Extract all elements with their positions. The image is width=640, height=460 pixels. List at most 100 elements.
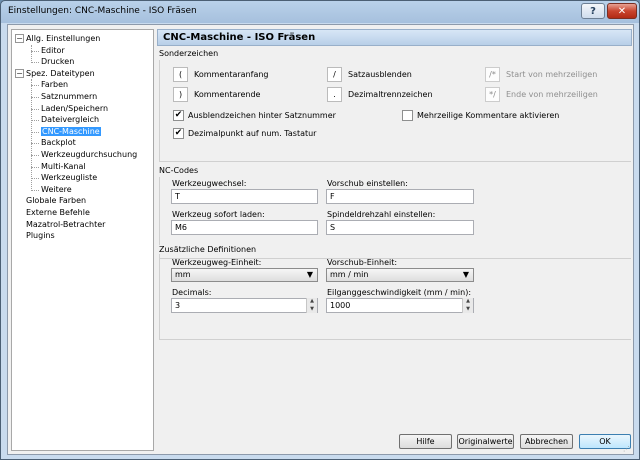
tree-item-externe-befehle[interactable]: Externe Befehle xyxy=(26,207,90,218)
ausblendzeichen-label: Ausblendzeichen hinter Satznummer xyxy=(188,111,336,120)
tree-item-werkzeugliste[interactable]: Werkzeugliste xyxy=(41,172,97,183)
spindeldrehzahl-input[interactable]: S xyxy=(326,220,474,235)
decimals-spinner[interactable]: ▲ ▼ xyxy=(306,298,317,313)
tree-connector xyxy=(31,166,39,168)
tree-item-label: Drucken xyxy=(41,57,75,67)
tree-item-plugins[interactable]: Plugins xyxy=(26,230,55,241)
tree-item-multi-kanal[interactable]: Multi-Kanal xyxy=(41,161,86,172)
tree-item-label: Plugins xyxy=(26,231,55,241)
tree-item-label: Spez. Dateitypen xyxy=(26,68,95,78)
tree-connector xyxy=(31,108,39,110)
kommentaranfang-key[interactable]: ( xyxy=(173,67,188,82)
tree-connector xyxy=(31,189,39,191)
tree-item-mazatrol-betrachter[interactable]: Mazatrol-Betrachter xyxy=(26,219,105,230)
tree-item-laden-speichern[interactable]: Laden/Speichern xyxy=(41,103,108,114)
tree-item-globale-farben[interactable]: Globale Farben xyxy=(26,195,86,206)
tree-item-allg-einstellungen[interactable]: Allg. Einstellungen xyxy=(26,33,100,44)
tree-connector xyxy=(31,178,39,180)
dialog-client-area: Allg. Einstellungen − Editor Drucken Spez. D… xyxy=(7,24,634,455)
ende-mehrzeilig-key: */ xyxy=(485,87,500,102)
chevron-down-icon: ▼ xyxy=(462,270,469,279)
definitionen-group-title: Zusätzliche Definitionen xyxy=(159,245,259,254)
kommentarende-key[interactable]: ) xyxy=(173,87,188,102)
werkzeugweg-einheit-select[interactable]: mm ▼ xyxy=(171,268,318,282)
hilfe-button[interactable]: Hilfe xyxy=(399,434,452,449)
sonderzeichen-group-title: Sonderzeichen xyxy=(159,49,221,58)
vorschub-label: Vorschub einstellen: xyxy=(327,179,408,188)
tree-connector xyxy=(31,131,39,133)
start-mehrzeilig-label: Start von mehrzeiligen xyxy=(506,70,598,79)
eilgang-label: Eilganggeschwindigkeit (mm / min): xyxy=(327,288,472,297)
close-icon: ✕ xyxy=(617,5,627,17)
resize-grip-icon[interactable]: ⋰ xyxy=(623,445,631,453)
sonderzeichen-group: ( Kommentaranfang ) Kommentarende / Satz… xyxy=(159,60,631,162)
tree-item-label: Werkzeugliste xyxy=(41,173,98,183)
spin-down-icon[interactable]: ▼ xyxy=(463,305,473,313)
tree-item-label: Farben xyxy=(41,80,69,90)
eilgang-input[interactable]: 1000 ▲ ▼ xyxy=(326,298,474,313)
satzausblenden-key[interactable]: / xyxy=(327,67,342,82)
spin-down-icon[interactable]: ▼ xyxy=(307,305,317,313)
ende-mehrzeilig-label: Ende von mehrzeiligen xyxy=(506,90,598,99)
satzausblenden-label: Satzausblenden xyxy=(348,70,412,79)
tree-item-label: Editor xyxy=(41,45,65,55)
settings-tree[interactable]: Allg. Einstellungen − Editor Drucken Spez. D… xyxy=(11,29,154,451)
tree-item-spez-dateitypen[interactable]: Spez. Dateitypen xyxy=(26,68,95,79)
settings-window: Einstellungen: CNC-Maschine - ISO Fräsen… xyxy=(0,0,640,460)
werkzeug-sofort-input[interactable]: M6 xyxy=(171,220,318,235)
spin-up-icon[interactable]: ▲ xyxy=(463,298,473,306)
tree-item-label: Allg. Einstellungen xyxy=(26,34,101,43)
tree-connector xyxy=(31,143,39,145)
werkzeugwechsel-input[interactable]: T xyxy=(171,189,318,204)
definitionen-group: Werkzeugweg-Einheit: mm ▼ Vorschub-Einhe… xyxy=(159,256,631,340)
decimals-value: 3 xyxy=(175,301,181,310)
window-title: Einstellungen: CNC-Maschine - ISO Fräsen xyxy=(8,6,197,16)
settings-panel: CNC-Maschine - ISO Fräsen Sonderzeichen … xyxy=(157,29,632,423)
tree-connector xyxy=(31,120,39,122)
help-title-button[interactable]: ? xyxy=(581,3,605,19)
decimals-input[interactable]: 3 ▲ ▼ xyxy=(171,298,318,313)
decimals-label: Decimals: xyxy=(172,288,212,297)
vorschub-einheit-label: Vorschub-Einheit: xyxy=(327,258,398,267)
abbrechen-button[interactable]: Abbrechen xyxy=(520,434,573,449)
originalwerte-button[interactable]: Originalwerte xyxy=(457,434,514,449)
spindeldrehzahl-label: Spindeldrehzahl einstellen: xyxy=(327,210,436,219)
tree-connector xyxy=(31,50,39,52)
mehrzeilige-kommentare-checkbox[interactable] xyxy=(402,110,413,121)
tree-item-label: Satznummern xyxy=(41,92,98,101)
tree-item-label: Externe Befehle xyxy=(26,208,90,217)
dezimalpunkt-label: Dezimalpunkt auf num. Tastatur xyxy=(188,129,317,138)
werkzeug-sofort-label: Werkzeug sofort laden: xyxy=(172,210,265,219)
tree-connector xyxy=(31,79,32,191)
tree-connector xyxy=(31,97,39,98)
panel-header: CNC-Maschine - ISO Fräsen xyxy=(157,29,632,46)
tree-item-backplot[interactable]: Backplot xyxy=(41,137,76,148)
tree-item-editor[interactable]: Editor xyxy=(41,45,65,56)
tree-item-werkzeugdurchsuchung[interactable]: Werkzeugdurchsuchung xyxy=(41,149,137,160)
vorschub-einheit-select[interactable]: mm / min ▼ xyxy=(326,268,474,282)
tree-item-dateivergleich[interactable]: Dateivergleich xyxy=(41,114,99,125)
dezimaltrennzeichen-label: Dezimaltrennzeichen xyxy=(348,90,433,99)
tree-connector xyxy=(31,44,32,64)
tree-item-label: Backplot xyxy=(41,138,76,148)
werkzeugwechsel-label: Werkzeugwechsel: xyxy=(172,179,247,188)
collapse-icon[interactable]: − xyxy=(15,68,24,78)
tree-item-label: CNC-Maschine xyxy=(41,126,101,136)
tree-connector xyxy=(31,85,39,87)
close-button[interactable]: ✕ xyxy=(607,3,637,19)
dezimalpunkt-checkbox[interactable]: ✔ xyxy=(173,128,184,139)
tree-item-drucken[interactable]: Drucken xyxy=(41,56,74,67)
ausblendzeichen-checkbox[interactable]: ✔ xyxy=(173,110,184,121)
tree-item-cnc-maschine[interactable]: CNC-Maschine xyxy=(41,126,101,137)
tree-item-label: Werkzeugdurchsuchung xyxy=(41,150,138,159)
tree-item-weitere[interactable]: Weitere xyxy=(41,184,72,195)
collapse-icon[interactable]: − xyxy=(15,34,24,43)
eilgang-spinner[interactable]: ▲ ▼ xyxy=(462,298,473,313)
title-bar[interactable]: Einstellungen: CNC-Maschine - ISO Fräsen… xyxy=(1,1,639,21)
kommentaranfang-label: Kommentaranfang xyxy=(194,70,269,79)
vorschub-input[interactable]: F xyxy=(326,189,474,204)
spin-up-icon[interactable]: ▲ xyxy=(307,298,317,306)
dezimaltrennzeichen-key[interactable]: . xyxy=(327,87,342,102)
tree-item-farben[interactable]: Farben xyxy=(41,79,68,90)
tree-item-satznummern[interactable]: Satznummern xyxy=(41,91,97,102)
